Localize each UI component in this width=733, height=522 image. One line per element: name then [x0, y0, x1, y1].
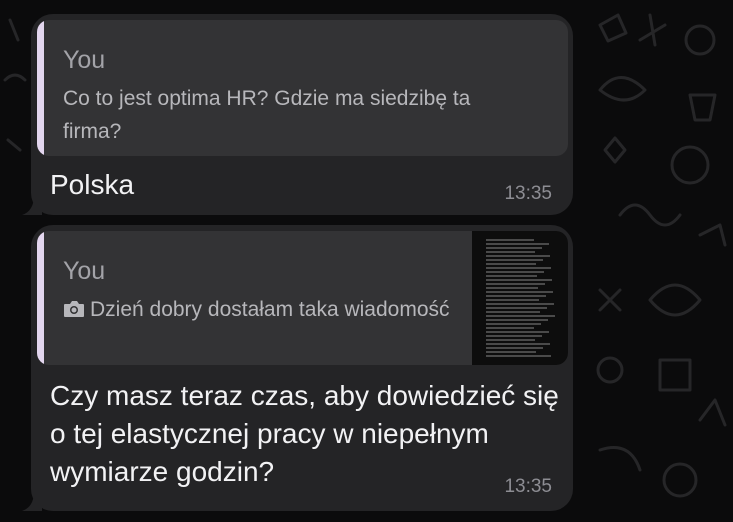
thumbnail-text-line [486, 295, 546, 297]
thumbnail-text-line [486, 311, 540, 313]
quote-accent-bar [37, 20, 44, 156]
thumbnail-text-line [486, 243, 549, 245]
thumbnail-text-line [486, 347, 543, 349]
image-thumbnail[interactable] [472, 231, 568, 365]
thumbnail-text-line [486, 319, 548, 321]
thumbnail-text-line [486, 351, 536, 353]
thumbnail-text-line [486, 279, 552, 281]
thumbnail-text-line [486, 283, 545, 285]
thumbnail-text-line [486, 259, 543, 261]
thumbnail-text-line [486, 307, 547, 309]
bubble-tail [22, 491, 42, 511]
quoted-reply[interactable]: You Dzień dobry dostałam taka wiadomość [37, 231, 568, 365]
thumbnail-text-line [486, 275, 537, 277]
thumbnail-text-line [486, 323, 541, 325]
thumbnail-text-line [486, 327, 534, 329]
thumbnail-text-line [486, 331, 549, 333]
thumbnail-text-line [486, 315, 555, 317]
thumbnail-text-line [486, 267, 551, 269]
quote-text: Co to jest optima HR? Gdzie ma siedzibę … [63, 87, 471, 143]
bubble-tail [22, 195, 42, 215]
message-text: Czy masz teraz czas, aby dowiedzieć się … [50, 380, 559, 487]
message-bubble[interactable]: You Dzień dobry dostałam taka wiadomość … [22, 225, 573, 511]
thumbnail-text-line [486, 263, 536, 265]
thumbnail-text-line [486, 303, 554, 305]
thumbnail-text-line [486, 271, 544, 273]
thumbnail-text-line [486, 299, 539, 301]
thumbnail-text-line [486, 339, 535, 341]
thumbnail-text-line [486, 247, 542, 249]
thumbnail-text-line [486, 335, 542, 337]
thumbnail-text-line [486, 343, 550, 345]
quote-author: You [63, 257, 106, 285]
thumbnail-text-line [486, 251, 535, 253]
message-timestamp: 13:35 [504, 183, 552, 204]
message-bubble[interactable]: You Co to jest optima HR? Gdzie ma siedz… [22, 14, 573, 215]
camera-icon [64, 301, 84, 317]
quote-accent-bar [37, 231, 44, 365]
quote-author: You [63, 46, 106, 74]
thumbnail-text-line [486, 355, 551, 357]
thumbnail-text-line [486, 239, 534, 241]
thumbnail-text-line [486, 291, 553, 293]
thumbnail-text-line [486, 287, 538, 289]
quoted-reply[interactable]: You Co to jest optima HR? Gdzie ma siedz… [37, 20, 568, 156]
quote-text-wrapper: Dzień dobry dostałam taka wiadomość [63, 293, 483, 326]
quote-text: Dzień dobry dostałam taka wiadomość [90, 298, 450, 321]
message-text: Polska [50, 169, 135, 200]
thumbnail-text-line [486, 255, 550, 257]
message-timestamp: 13:35 [504, 476, 552, 497]
